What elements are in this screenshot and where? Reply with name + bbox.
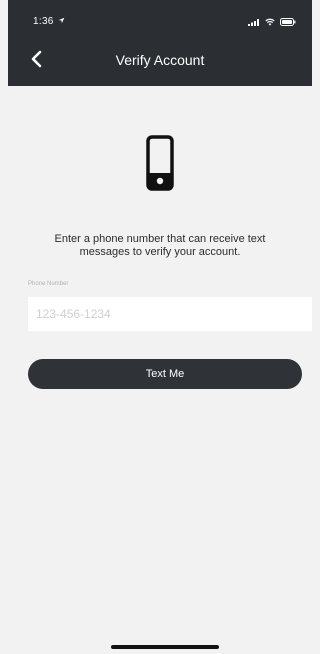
signal-bars-icon xyxy=(248,18,259,26)
home-indicator xyxy=(111,645,219,649)
location-arrow-icon xyxy=(58,17,65,24)
smartphone-icon xyxy=(146,135,174,191)
instruction-text: Enter a phone number that can receive te… xyxy=(54,233,266,258)
status-time-text: 1:36 xyxy=(33,16,54,27)
wifi-icon xyxy=(265,18,275,26)
phone-number-label: Phone Number xyxy=(28,281,69,287)
app-screen: 1:36 Verify Account Enter a phone number… xyxy=(8,0,312,654)
page-title: Verify Account xyxy=(115,52,205,68)
phone-number-input[interactable] xyxy=(28,297,312,331)
status-icons xyxy=(248,18,296,26)
text-me-button[interactable]: Text Me xyxy=(28,359,302,389)
status-time: 1:36 xyxy=(33,16,65,27)
battery-icon xyxy=(280,18,296,26)
header-bar: 1:36 Verify Account xyxy=(8,0,312,86)
